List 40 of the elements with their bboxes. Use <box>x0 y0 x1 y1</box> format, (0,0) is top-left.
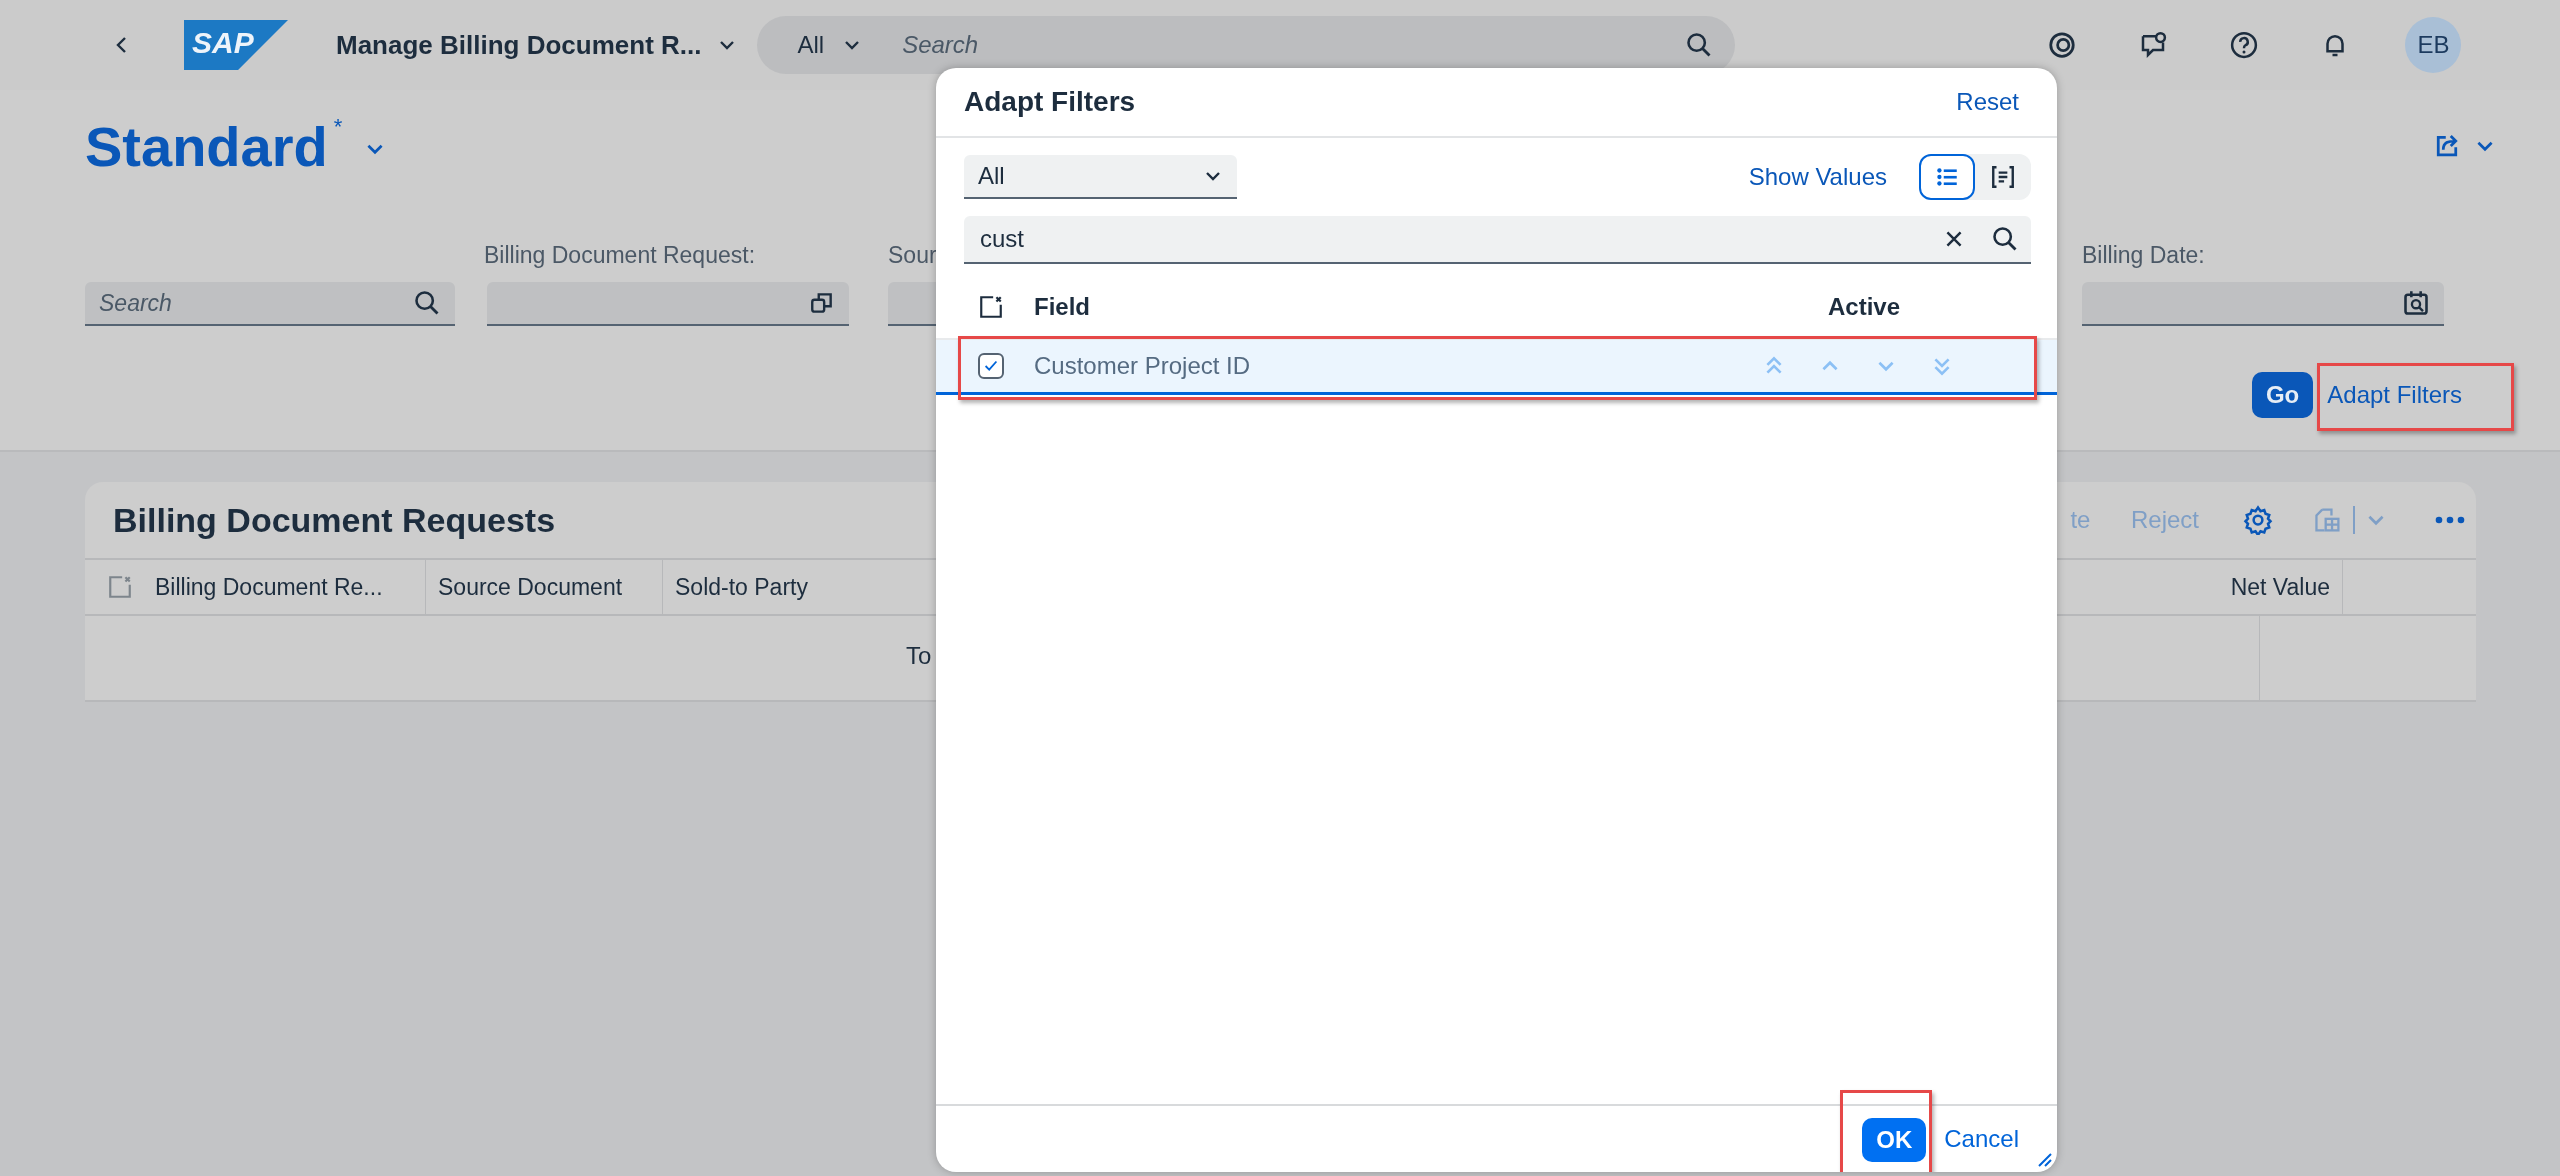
reset-button[interactable]: Reset <box>1956 88 2019 116</box>
column-header[interactable]: Source Document <box>426 560 663 614</box>
value-help-icon[interactable] <box>809 290 835 316</box>
no-data-text: To <box>906 642 932 670</box>
adapt-filters-link[interactable]: Adapt Filters <box>2327 381 2462 408</box>
go-button[interactable]: Go <box>2251 372 2314 418</box>
search-field[interactable]: Search <box>85 282 455 326</box>
table-title: Billing Document Requests <box>113 500 556 540</box>
filter-field[interactable] <box>888 282 937 326</box>
clear-selection-icon[interactable] <box>978 294 1004 320</box>
filter-field[interactable] <box>487 282 849 326</box>
logo[interactable]: SAP <box>184 20 288 70</box>
dialog-title: Adapt Filters <box>964 86 1137 118</box>
ok-button[interactable]: OK <box>1862 1118 1927 1162</box>
text-lines-icon[interactable] <box>1990 164 2016 190</box>
field-name: Customer Project ID <box>1034 352 1251 380</box>
app-title[interactable]: Manage Billing Document R... <box>336 29 702 61</box>
cancel-button[interactable]: Cancel <box>1944 1125 2019 1153</box>
show-values-button[interactable]: Show Values <box>1748 163 1887 191</box>
list-view-button[interactable] <box>1919 154 1975 200</box>
column-header: Active <box>1828 293 1901 321</box>
variant-title[interactable]: Standard <box>85 113 328 179</box>
search-icon[interactable] <box>1991 225 2019 253</box>
filter-label: Billing Document Request: <box>484 242 757 270</box>
column-header[interactable]: Billing Document Re... <box>155 560 426 614</box>
calendar-icon[interactable] <box>2402 289 2430 317</box>
column-header: Field <box>1034 293 1091 321</box>
search-icon[interactable] <box>413 289 441 317</box>
user-avatar[interactable]: EB <box>2405 17 2462 73</box>
search-field[interactable]: cust <box>964 216 2031 264</box>
filter-field[interactable] <box>2082 282 2444 326</box>
search-field[interactable]: All Search <box>757 16 1736 74</box>
checkbox[interactable] <box>978 353 1004 379</box>
help-icon[interactable] <box>2229 30 2260 60</box>
filter-label: Billing Date: <box>2082 242 2206 270</box>
settings-icon[interactable] <box>2243 505 2273 535</box>
group-select[interactable]: All <box>964 155 1237 199</box>
filter-label: Sour <box>888 242 937 270</box>
more-icon[interactable] <box>2435 516 2465 524</box>
modified-mark: * <box>333 114 343 140</box>
